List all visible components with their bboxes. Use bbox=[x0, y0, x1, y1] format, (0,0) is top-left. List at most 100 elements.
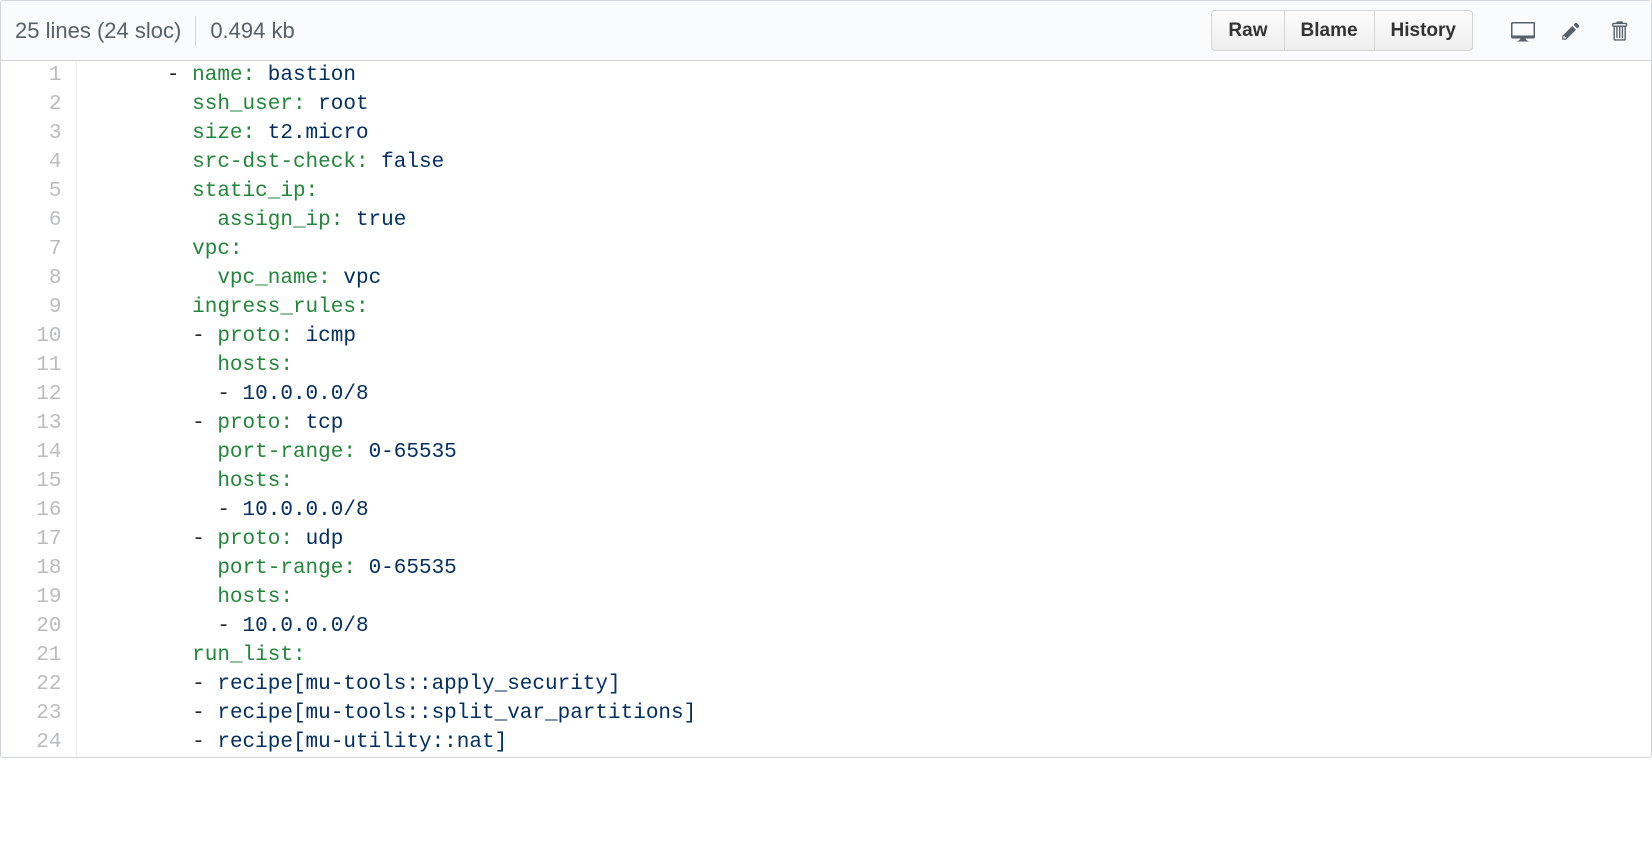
code-line[interactable]: run_list: bbox=[76, 641, 1651, 670]
line-number[interactable]: 13 bbox=[1, 409, 76, 438]
yaml-key: vpc_name: bbox=[217, 267, 343, 290]
button-group: Raw Blame History bbox=[1211, 10, 1473, 51]
file-actions: Raw Blame History bbox=[1211, 10, 1637, 51]
code-line[interactable]: size: t2.micro bbox=[76, 119, 1651, 148]
code-line[interactable]: hosts: bbox=[76, 583, 1651, 612]
line-number[interactable]: 22 bbox=[1, 670, 76, 699]
line-number[interactable]: 6 bbox=[1, 206, 76, 235]
yaml-key: proto: bbox=[217, 528, 305, 551]
code-line[interactable]: - proto: tcp bbox=[76, 409, 1651, 438]
code-line[interactable]: hosts: bbox=[76, 351, 1651, 380]
yaml-key: hosts: bbox=[217, 586, 293, 609]
code-line[interactable]: port-range: 0-65535 bbox=[76, 438, 1651, 467]
code-line[interactable]: assign_ip: true bbox=[76, 206, 1651, 235]
code-line[interactable]: vpc_name: vpc bbox=[76, 264, 1651, 293]
code-line[interactable]: vpc: bbox=[76, 235, 1651, 264]
line-number[interactable]: 17 bbox=[1, 525, 76, 554]
line-number[interactable]: 14 bbox=[1, 438, 76, 467]
file-lines-count: 25 lines (24 sloc) bbox=[15, 18, 181, 44]
yaml-value: true bbox=[356, 209, 406, 232]
yaml-value: t2.micro bbox=[268, 122, 369, 145]
yaml-key: ingress_rules: bbox=[192, 296, 368, 319]
desktop-icon[interactable] bbox=[1505, 13, 1541, 49]
line-number[interactable]: 20 bbox=[1, 612, 76, 641]
line-number[interactable]: 4 bbox=[1, 148, 76, 177]
code-line[interactable]: - recipe[mu-tools::split_var_partitions] bbox=[76, 699, 1651, 728]
yaml-value: tcp bbox=[306, 412, 344, 435]
history-button[interactable]: History bbox=[1374, 10, 1473, 51]
yaml-value: 10.0.0.0/8 bbox=[243, 615, 369, 638]
code-line[interactable]: - proto: icmp bbox=[76, 322, 1651, 351]
yaml-value: bastion bbox=[268, 64, 356, 87]
code-line[interactable]: ingress_rules: bbox=[76, 293, 1651, 322]
line-number[interactable]: 18 bbox=[1, 554, 76, 583]
yaml-key: ssh_user: bbox=[192, 93, 318, 116]
line-number[interactable]: 10 bbox=[1, 322, 76, 351]
code-line[interactable]: port-range: 0-65535 bbox=[76, 554, 1651, 583]
yaml-value: recipe[mu-tools::apply_security] bbox=[217, 673, 620, 696]
yaml-value: 0-65535 bbox=[369, 557, 457, 580]
yaml-key: run_list: bbox=[192, 644, 305, 667]
code-row: 1 - name: bastion bbox=[1, 61, 1651, 90]
yaml-dash: - bbox=[217, 499, 242, 522]
line-number[interactable]: 8 bbox=[1, 264, 76, 293]
line-number[interactable]: 21 bbox=[1, 641, 76, 670]
separator bbox=[195, 16, 196, 46]
line-number[interactable]: 1 bbox=[1, 61, 76, 90]
line-number[interactable]: 3 bbox=[1, 119, 76, 148]
yaml-key: hosts: bbox=[217, 470, 293, 493]
yaml-dash: - bbox=[192, 528, 217, 551]
code-row: 15 hosts: bbox=[1, 467, 1651, 496]
code-line[interactable]: hosts: bbox=[76, 467, 1651, 496]
file-size: 0.494 kb bbox=[210, 18, 294, 44]
code-row: 19 hosts: bbox=[1, 583, 1651, 612]
code-line[interactable]: - proto: udp bbox=[76, 525, 1651, 554]
blame-button[interactable]: Blame bbox=[1284, 10, 1375, 51]
line-number[interactable]: 19 bbox=[1, 583, 76, 612]
line-number[interactable]: 9 bbox=[1, 293, 76, 322]
line-number[interactable]: 7 bbox=[1, 235, 76, 264]
line-number[interactable]: 16 bbox=[1, 496, 76, 525]
yaml-value: vpc bbox=[343, 267, 381, 290]
line-number[interactable]: 15 bbox=[1, 467, 76, 496]
yaml-key: size: bbox=[192, 122, 268, 145]
code-line[interactable]: - 10.0.0.0/8 bbox=[76, 380, 1651, 409]
yaml-dash: - bbox=[192, 412, 217, 435]
code-row: 17 - proto: udp bbox=[1, 525, 1651, 554]
code-row: 8 vpc_name: vpc bbox=[1, 264, 1651, 293]
yaml-key: proto: bbox=[217, 325, 305, 348]
code-line[interactable]: - 10.0.0.0/8 bbox=[76, 496, 1651, 525]
yaml-key: proto: bbox=[217, 412, 305, 435]
raw-button[interactable]: Raw bbox=[1211, 10, 1284, 51]
code-row: 20 - 10.0.0.0/8 bbox=[1, 612, 1651, 641]
line-number[interactable]: 11 bbox=[1, 351, 76, 380]
yaml-dash: - bbox=[217, 615, 242, 638]
yaml-value: root bbox=[318, 93, 368, 116]
yaml-value: 10.0.0.0/8 bbox=[243, 383, 369, 406]
code-row: 22 - recipe[mu-tools::apply_security] bbox=[1, 670, 1651, 699]
code-line[interactable]: - recipe[mu-utility::nat] bbox=[76, 728, 1651, 757]
line-number[interactable]: 2 bbox=[1, 90, 76, 119]
code-line[interactable]: ssh_user: root bbox=[76, 90, 1651, 119]
code-line[interactable]: - name: bastion bbox=[76, 61, 1651, 90]
yaml-key: static_ip: bbox=[192, 180, 318, 203]
yaml-key: vpc: bbox=[192, 238, 242, 261]
code-line[interactable]: src-dst-check: false bbox=[76, 148, 1651, 177]
file-header: 25 lines (24 sloc) 0.494 kb Raw Blame Hi… bbox=[1, 1, 1651, 61]
code-row: 9 ingress_rules: bbox=[1, 293, 1651, 322]
code-row: 24 - recipe[mu-utility::nat] bbox=[1, 728, 1651, 757]
code-line[interactable]: - 10.0.0.0/8 bbox=[76, 612, 1651, 641]
line-number[interactable]: 12 bbox=[1, 380, 76, 409]
code-area: 1 - name: bastion2 ssh_user: root3 size:… bbox=[1, 61, 1651, 757]
yaml-key: name: bbox=[192, 64, 268, 87]
code-line[interactable]: - recipe[mu-tools::apply_security] bbox=[76, 670, 1651, 699]
code-line[interactable]: static_ip: bbox=[76, 177, 1651, 206]
line-number[interactable]: 5 bbox=[1, 177, 76, 206]
trash-icon[interactable] bbox=[1601, 13, 1637, 49]
line-number[interactable]: 23 bbox=[1, 699, 76, 728]
line-number[interactable]: 24 bbox=[1, 728, 76, 757]
pencil-icon[interactable] bbox=[1553, 13, 1589, 49]
yaml-value: udp bbox=[306, 528, 344, 551]
yaml-dash: - bbox=[192, 702, 217, 725]
code-row: 14 port-range: 0-65535 bbox=[1, 438, 1651, 467]
